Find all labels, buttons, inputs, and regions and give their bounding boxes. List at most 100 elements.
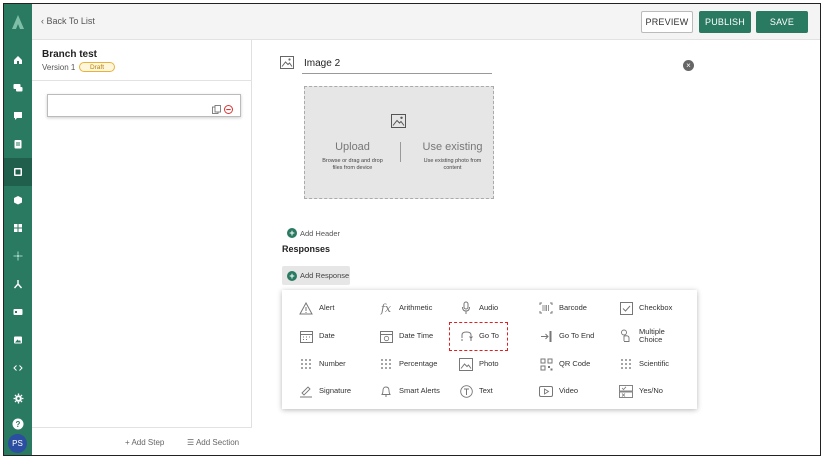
response-label: Number	[319, 359, 346, 368]
add-response-button[interactable]: + Add Response	[282, 266, 350, 285]
message-icon[interactable]	[4, 102, 32, 130]
remove-icon[interactable]	[224, 101, 233, 119]
qr-code-icon	[538, 356, 554, 372]
response-option-date-time[interactable]: Date Time	[378, 326, 433, 346]
response-label: Date	[319, 331, 335, 340]
settings-sparkle-icon[interactable]	[4, 242, 32, 270]
plus-circle-icon: +	[287, 228, 297, 238]
title-underline	[302, 73, 492, 74]
response-label: Go To	[479, 331, 499, 340]
version-label: Version 1	[42, 63, 76, 72]
signature-icon	[298, 383, 314, 399]
form-icon[interactable]	[4, 158, 32, 186]
add-section-label: Add Section	[195, 438, 240, 447]
response-option-arithmetic[interactable]: fx Arithmetic	[378, 298, 432, 318]
calendar-icon	[298, 328, 314, 344]
checklist-title: Branch test	[42, 49, 98, 60]
response-type-menu: Alert fx Arithmetic Audio Barcode Checkb…	[282, 290, 697, 409]
response-option-smart-alerts[interactable]: Smart Alerts	[378, 381, 440, 401]
clipboard-icon[interactable]	[4, 130, 32, 158]
step-card[interactable]	[47, 94, 241, 117]
response-label: Text	[479, 386, 493, 395]
response-option-yes-no[interactable]: Yes/No	[618, 381, 663, 401]
grid-icon[interactable]	[4, 214, 32, 242]
add-response-label: Add Response	[300, 271, 350, 280]
goto-end-icon	[538, 328, 554, 344]
divider	[32, 80, 252, 81]
add-section-button[interactable]: ☰ Add Section	[187, 438, 239, 447]
photo-icon	[458, 356, 474, 372]
response-label: Smart Alerts	[399, 386, 440, 395]
brand-logo[interactable]	[4, 4, 32, 40]
keypad-icon	[618, 356, 634, 372]
response-option-video[interactable]: Video	[538, 381, 578, 401]
text-icon	[458, 383, 474, 399]
image-dropzone[interactable]: Upload Browse or drag and drop files fro…	[304, 86, 494, 199]
response-label: Date Time	[399, 331, 434, 340]
barcode-icon	[538, 300, 554, 316]
back-label: Back To List	[46, 16, 95, 26]
upload-hint: Browse or drag and drop files from devic…	[322, 158, 383, 171]
response-option-qr-code[interactable]: QR Code	[538, 354, 590, 374]
checkbox-icon	[618, 300, 634, 316]
app-window: ? PS ‹ Back To List PREVIEW PUBLISH SAVE…	[3, 3, 821, 456]
response-label: Checkbox	[639, 303, 673, 312]
multiple-choice-icon	[618, 328, 634, 344]
svg-text:?: ?	[16, 420, 21, 429]
response-option-percentage[interactable]: Percentage	[378, 354, 437, 374]
home-icon[interactable]	[4, 46, 32, 74]
response-option-go-to-end[interactable]: Go To End	[538, 326, 594, 346]
response-label: Go To End	[559, 331, 595, 340]
response-option-text[interactable]: Text	[458, 381, 493, 401]
response-option-photo[interactable]: Photo	[458, 354, 499, 374]
response-option-multiple-choice[interactable]: Multiple Choice	[618, 326, 675, 346]
add-step-label: Add Step	[131, 438, 165, 447]
response-option-go-to[interactable]: Go To	[458, 326, 499, 346]
chat-icon[interactable]	[4, 74, 32, 102]
goto-icon	[458, 328, 474, 344]
preview-button[interactable]: PREVIEW	[641, 11, 693, 33]
response-label: Scientific	[639, 359, 670, 368]
response-option-scientific[interactable]: Scientific	[618, 354, 669, 374]
response-option-audio[interactable]: Audio	[458, 298, 498, 318]
response-label: Arithmetic	[399, 303, 433, 312]
section-icon: ☰	[187, 438, 196, 447]
responses-heading: Responses	[282, 244, 331, 254]
avatar[interactable]: PS	[8, 434, 27, 453]
hierarchy-icon[interactable]	[4, 270, 32, 298]
response-option-signature[interactable]: Signature	[298, 381, 351, 401]
response-option-alert[interactable]: Alert	[298, 298, 334, 318]
response-label: Audio	[479, 303, 499, 312]
copy-icon[interactable]	[212, 101, 221, 119]
keypad-icon	[298, 356, 314, 372]
back-to-list-link[interactable]: ‹ Back To List	[41, 16, 95, 26]
response-option-date[interactable]: Date	[298, 326, 335, 346]
close-icon[interactable]: ×	[683, 60, 694, 71]
keypad-icon	[378, 356, 394, 372]
image-icon	[280, 56, 294, 74]
upload-option[interactable]: Upload	[305, 141, 400, 153]
response-option-checkbox[interactable]: Checkbox	[618, 298, 672, 318]
gear-icon[interactable]	[4, 384, 32, 412]
response-label: Barcode	[559, 303, 587, 312]
response-option-number[interactable]: Number	[298, 354, 346, 374]
box-icon[interactable]	[4, 186, 32, 214]
code-icon[interactable]	[4, 354, 32, 382]
response-option-barcode[interactable]: Barcode	[538, 298, 587, 318]
card-icon[interactable]	[4, 298, 32, 326]
image-title-input[interactable]: Image 2	[304, 58, 340, 69]
response-label: Video	[559, 386, 579, 395]
response-label: Photo	[479, 359, 499, 368]
use-existing-option[interactable]: Use existing	[410, 141, 495, 153]
image-icon[interactable]	[4, 326, 32, 354]
add-step-button[interactable]: + Add Step	[125, 438, 164, 447]
add-header-button[interactable]: + Add Header	[287, 228, 340, 238]
steps-panel: Branch test Version 1 Draft + Add Step ☰…	[32, 40, 252, 455]
save-button[interactable]: SAVE	[756, 11, 808, 33]
video-icon	[538, 383, 554, 399]
option-divider	[400, 142, 401, 162]
publish-button[interactable]: PUBLISH	[699, 11, 751, 33]
yes-no-icon	[618, 383, 634, 399]
calendar-clock-icon	[378, 328, 394, 344]
response-label: Alert	[319, 303, 335, 312]
